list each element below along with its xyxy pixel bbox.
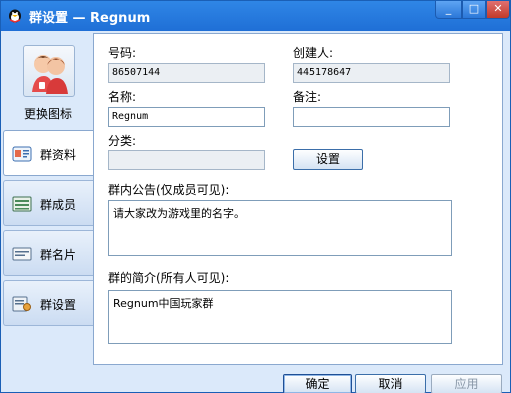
window-title: 群设置 — Regnum — [29, 11, 151, 26]
apply-button[interactable]: 应用 — [431, 374, 502, 393]
note-label: 备注: — [293, 90, 322, 104]
ok-button[interactable]: 确定 — [283, 374, 352, 393]
nav-members[interactable]: 群成员 — [3, 180, 93, 226]
announcement-textarea[interactable]: 请大家改为游戏里的名字。 — [108, 200, 452, 256]
title-bar[interactable]: 群设置 — Regnum _ □ ✕ — [1, 1, 510, 30]
name-label: 名称: — [108, 90, 137, 104]
group-settings-window: 群设置 — Regnum _ □ ✕ 更换图标 群资料 群成员 群名片 群设置 … — [0, 0, 511, 393]
nav-group-settings[interactable]: 群设置 — [3, 280, 93, 326]
name-input[interactable]: Regnum — [108, 107, 265, 127]
group-avatar[interactable] — [23, 45, 75, 97]
group-avatar-icon — [32, 55, 68, 94]
nav-group-info[interactable]: 群资料 — [3, 130, 94, 176]
category-set-button[interactable]: 设置 — [293, 149, 363, 170]
number-field: 86507144 — [108, 63, 265, 83]
card-icon — [12, 247, 32, 261]
sidebar: 更换图标 群资料 群成员 群名片 群设置 — [3, 31, 94, 365]
nav-label-members: 群成员 — [40, 198, 77, 212]
group-info-icon — [12, 146, 32, 162]
change-icon-link[interactable]: 更换图标 — [3, 105, 93, 122]
qq-penguin-icon — [9, 9, 21, 23]
group-info-panel: 号码: 86507144 创建人: 445178647 名称: Regnum 备… — [93, 33, 503, 365]
close-button[interactable]: ✕ — [486, 1, 510, 19]
announcement-label: 群内公告(仅成员可见): — [108, 183, 230, 197]
nav-label-group-info: 群资料 — [40, 148, 77, 162]
creator-field: 445178647 — [293, 63, 450, 83]
nav-label-group-settings: 群设置 — [40, 298, 77, 312]
nav-label-group-card: 群名片 — [40, 248, 77, 262]
intro-textarea[interactable]: Regnum中国玩家群 — [108, 290, 452, 344]
maximize-button[interactable]: □ — [462, 1, 486, 19]
minimize-button[interactable]: _ — [435, 1, 462, 19]
creator-label: 创建人: — [293, 46, 334, 60]
settings-icon — [12, 296, 31, 312]
members-icon — [12, 196, 32, 212]
intro-label: 群的简介(所有人可见): — [108, 271, 230, 285]
note-input[interactable] — [293, 107, 450, 127]
nav-group-card[interactable]: 群名片 — [3, 230, 93, 276]
category-field — [108, 150, 265, 170]
number-label: 号码: — [108, 46, 137, 60]
category-label: 分类: — [108, 134, 137, 148]
cancel-button[interactable]: 取消 — [355, 374, 426, 393]
